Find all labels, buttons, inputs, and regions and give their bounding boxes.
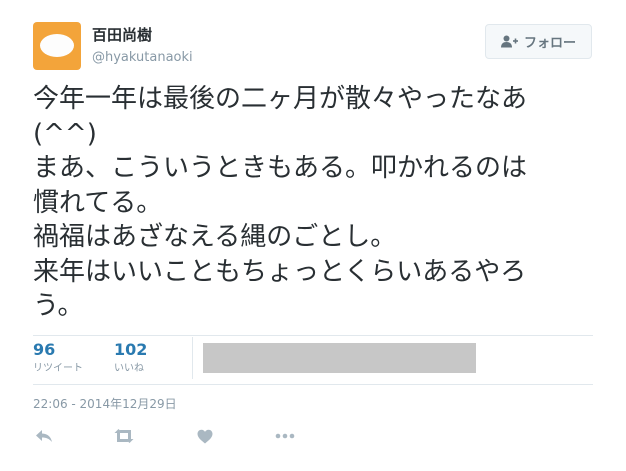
divider (33, 335, 593, 336)
tweet-timestamp[interactable]: 22:06 - 2014年12月29日 (33, 396, 177, 412)
follow-button[interactable]: フォロー (485, 24, 592, 59)
retweet-icon[interactable] (113, 426, 135, 446)
user-name[interactable]: 百田尚樹 (92, 25, 152, 45)
like-count: 102 (114, 340, 148, 359)
follow-label: フォロー (523, 36, 576, 51)
egg-icon (40, 34, 74, 57)
stat-separator (192, 337, 193, 379)
retweet-count: 96 (33, 340, 56, 359)
reply-icon[interactable] (33, 426, 55, 446)
heart-icon[interactable] (194, 426, 216, 446)
like-label: いいね (114, 363, 144, 374)
avatar[interactable] (33, 22, 81, 70)
tweet-text: 今年一年は最後の二ヶ月が散々やったなあ (^^) まあ、こういうときもある。叩か… (33, 84, 528, 321)
user-handle[interactable]: @hyakutanaoki (92, 50, 193, 66)
more-icon[interactable] (274, 426, 296, 446)
retweet-stat[interactable]: 96 リツイート (33, 340, 83, 376)
add-user-icon (500, 35, 518, 48)
retweet-label: リツイート (33, 363, 83, 374)
divider (33, 384, 593, 385)
like-stat[interactable]: 102 いいね (114, 340, 147, 376)
redacted-avatars (203, 343, 476, 373)
